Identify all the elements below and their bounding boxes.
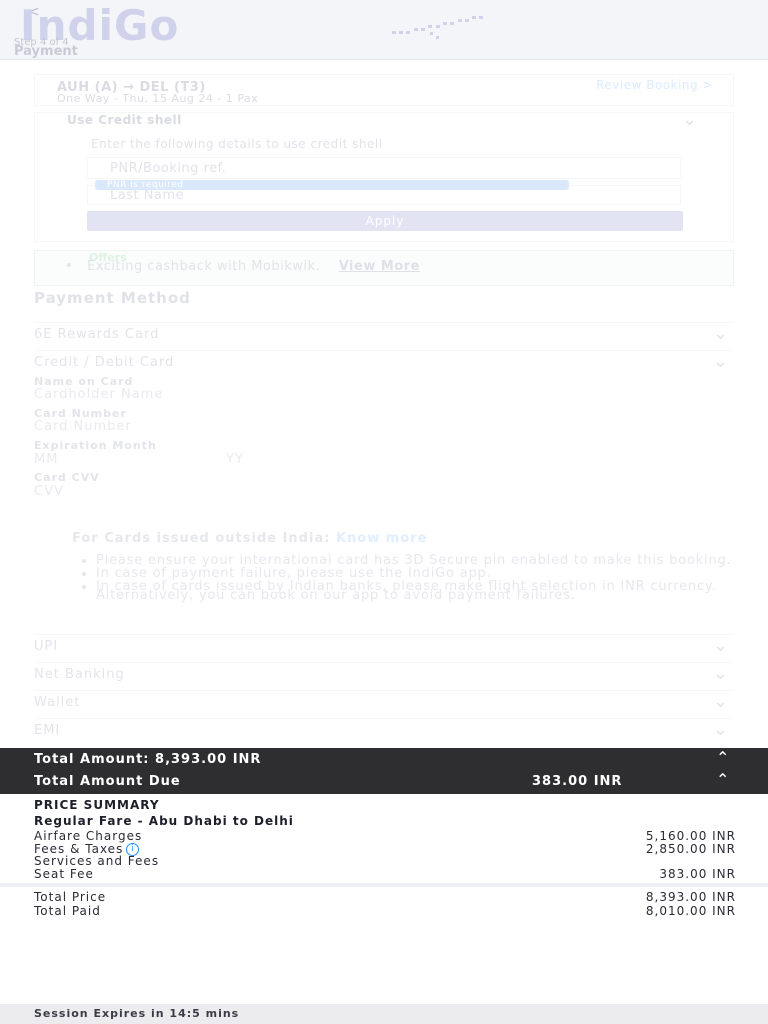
total-paid-value: 8,010.00 INR [645, 904, 736, 918]
trip-summary-card: AUH (A) → DEL (T3) One Way - Thu, 15 Aug… [34, 74, 734, 106]
expiry-year-input[interactable] [226, 451, 286, 467]
payment-notes-list: Please ensure your international card ha… [62, 554, 732, 604]
trip-details: One Way - Thu, 15 Aug 24 - 1 Pax [57, 92, 259, 105]
total-price-label: Total Price [34, 890, 107, 904]
review-booking-link[interactable]: Review Booking > [596, 78, 713, 92]
plane-logo-icon [392, 16, 483, 39]
seat-fee-label: Seat Fee [34, 867, 94, 881]
price-summary-panel: PRICE SUMMARY Regular Fare - Abu Dhabi t… [0, 794, 768, 1004]
total-paid-label: Total Paid [34, 904, 101, 918]
wallet-label: Wallet [34, 695, 81, 710]
view-more-link[interactable]: View More [339, 259, 420, 274]
pnr-error-tooltip: PNR is required [95, 180, 569, 190]
credit-shell-title[interactable]: Use Credit shell [67, 113, 182, 127]
upi-label: UPI [34, 639, 59, 654]
card-number-input[interactable] [34, 418, 724, 434]
airfare-label: Airfare Charges [34, 829, 143, 843]
chevron-down-icon[interactable]: ⌄ [682, 109, 697, 130]
total-amount: Total Amount: 8,393.00 INR [34, 752, 262, 767]
list-item: In case of payment failure, please use t… [96, 567, 732, 580]
price-summary-title: PRICE SUMMARY [34, 798, 160, 812]
fees-taxes-value: 2,850.00 INR [645, 842, 736, 856]
expiry-month-input[interactable] [34, 451, 94, 467]
credit-shell-hint: Enter the following details to use credi… [91, 137, 383, 151]
know-more-link[interactable]: Know more [336, 531, 428, 546]
page-title: Payment [14, 44, 78, 59]
list-item: In case of cards issued by Indian banks,… [96, 580, 732, 602]
chevron-down-icon: ⌄ [712, 691, 728, 712]
chevron-down-icon: ⌄ [712, 719, 728, 740]
credit-debit-card-option[interactable]: Credit / Debit Card ⌄ [34, 350, 734, 378]
total-price-value: 8,393.00 INR [645, 890, 736, 904]
cvv-input[interactable] [34, 483, 724, 499]
international-cards-note: For Cards issued outside India: Know mor… [72, 531, 427, 546]
offers-panel: Offers • Exciting cashback with Mobikwik… [34, 250, 734, 286]
chevron-down-icon: ⌄ [712, 635, 728, 656]
rewards-card-option[interactable]: 6E Rewards Card ⌄ [34, 322, 734, 350]
net-banking-label: Net Banking [34, 667, 125, 682]
divider [0, 883, 768, 887]
apply-button[interactable]: Apply [87, 211, 683, 231]
chevron-down-icon: ⌄ [712, 323, 728, 344]
services-fees-label: Services and Fees [34, 854, 160, 868]
upi-option[interactable]: UPI ⌄ [34, 634, 734, 662]
fare-type: Regular Fare - Abu Dhabi to Delhi [34, 814, 294, 828]
pnr-input[interactable] [87, 157, 681, 179]
chevron-up-icon[interactable]: ⌃ [716, 748, 729, 767]
rewards-card-label: 6E Rewards Card [34, 327, 160, 342]
international-cards-text: For Cards issued outside India: [72, 531, 331, 546]
seat-fee-value: 383.00 INR [659, 867, 736, 881]
total-amount-due-value: 383.00 INR [532, 774, 623, 789]
chevron-down-icon: ⌄ [712, 351, 728, 372]
offer-text: Exciting cashback with Mobikwik. [87, 259, 321, 274]
session-expiry-text: Session Expires in 14:5 mins [34, 1007, 240, 1020]
chevron-up-icon[interactable]: ⌃ [716, 770, 729, 789]
airfare-value: 5,160.00 INR [645, 829, 736, 843]
list-item: Please ensure your international card ha… [96, 554, 732, 567]
wallet-option[interactable]: Wallet ⌄ [34, 690, 734, 718]
chevron-down-icon: ⌄ [712, 663, 728, 684]
net-banking-option[interactable]: Net Banking ⌄ [34, 662, 734, 690]
total-amount-due-label: Total Amount Due [34, 774, 181, 789]
emi-option[interactable]: EMI ⌄ [34, 718, 734, 746]
offer-item: • Exciting cashback with Mobikwik. View … [65, 259, 420, 274]
credit-shell-panel: Use Credit shell ⌄ Enter the following d… [34, 109, 734, 242]
session-timer-bar: Session Expires in 14:5 mins [0, 1004, 768, 1024]
total-amount-bar[interactable]: Total Amount: 8,393.00 INR ⌃ Total Amoun… [0, 748, 768, 794]
app-header: < IndiGo Step 4 of 4 Payment [0, 0, 768, 60]
payment-method-heading: Payment Method [34, 289, 191, 307]
cardholder-name-input[interactable] [34, 386, 724, 402]
credit-debit-card-label: Credit / Debit Card [34, 355, 175, 370]
emi-label: EMI [34, 723, 61, 738]
